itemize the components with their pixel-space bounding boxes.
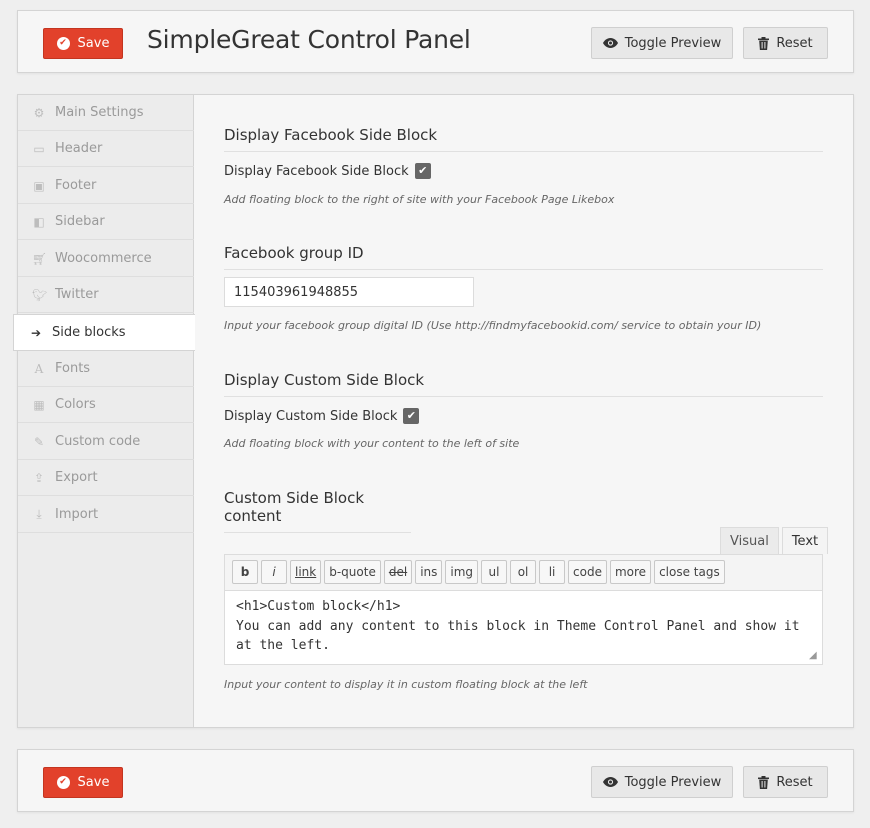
check-circle-icon: ✔ [56, 37, 70, 50]
sidebar-item-header[interactable]: ▭ Header [18, 131, 194, 167]
sidebar-item-label: Header [55, 141, 103, 156]
font-icon: A [34, 361, 44, 376]
qt-ol-button[interactable]: ol [510, 560, 537, 584]
footer-toggle-preview-button[interactable]: Toggle Preview [591, 766, 733, 798]
save-button[interactable]: ✔ Save [43, 28, 123, 59]
save-button-label: Save [77, 36, 110, 51]
qt-del-button[interactable]: del [383, 560, 413, 584]
sidebar-item-label: Export [55, 470, 98, 485]
upload-icon: ⇪ [33, 470, 45, 485]
custom-description: Add floating block with your content to … [224, 437, 520, 450]
qt-ul-button[interactable]: ul [481, 560, 508, 584]
editor-tabs: Visual Text [720, 527, 829, 554]
check-circle-icon: ✔ [56, 776, 70, 789]
sidebar-item-fonts[interactable]: A Fonts [18, 351, 194, 387]
footer-reset-label: Reset [776, 774, 813, 790]
sidebar-item-main-settings[interactable]: ⚙ Main Settings [18, 95, 194, 131]
qt-ins-button[interactable]: ins [415, 560, 443, 584]
sidebar-item-label: Custom code [55, 434, 141, 449]
qt-more-button[interactable]: more [609, 560, 652, 584]
sidebar-nav: ⚙ Main Settings ▭ Header ▣ Footer ◧ Side… [13, 95, 195, 727]
sidebar-item-label: Side blocks [52, 325, 126, 340]
footer-icon: ▣ [33, 178, 45, 193]
sidebar-item-label: Import [55, 507, 99, 522]
quicktags-toolbar: b i link b-quote del ins img ul ol li co… [232, 560, 725, 584]
sidebar-item-custom-code[interactable]: ✎ Custom code [18, 424, 194, 460]
sidebar-item-sidebar[interactable]: ◧ Sidebar [18, 204, 194, 240]
footer-toggle-preview-label: Toggle Preview [624, 774, 722, 790]
reset-label: Reset [776, 35, 813, 51]
tab-visual[interactable]: Visual [720, 527, 779, 554]
sidebar-item-twitter[interactable]: 🐦︎ Twitter [18, 277, 194, 313]
qt-close-tags-button[interactable]: close tags [654, 560, 725, 584]
sidebar-item-label: Main Settings [55, 105, 144, 120]
sidebar-item-import[interactable]: ⤓ Import [18, 497, 194, 533]
toggle-preview-label: Toggle Preview [624, 35, 722, 51]
fb-section-title: Display Facebook Side Block [224, 126, 823, 152]
footer-save-button[interactable]: ✔ Save [43, 767, 123, 798]
toggle-preview-button[interactable]: Toggle Preview [591, 27, 733, 59]
twitter-icon: 🐦︎ [32, 287, 48, 302]
eye-icon [602, 777, 618, 787]
custom-section-title: Display Custom Side Block [224, 371, 823, 397]
sidebar-item-label: Sidebar [55, 214, 105, 229]
edit-icon: ✎ [33, 434, 45, 449]
sidebar-item-label: Colors [55, 397, 96, 412]
content-area: Display Facebook Side Block Display Face… [194, 95, 853, 727]
content-title: Custom Side Block content [224, 489, 411, 533]
content-editor: b i link b-quote del ins img ul ol li co… [224, 554, 823, 665]
footer-save-label: Save [77, 775, 110, 790]
group-id-description: Input your facebook group digital ID (Us… [224, 319, 762, 332]
eye-icon [602, 38, 618, 48]
trash-icon [758, 36, 770, 50]
sidebar-item-label: Woocommerce [55, 251, 152, 266]
top-toolbar: ✔ Save SimpleGreat Control Panel Toggle … [17, 10, 854, 73]
calendar-icon: ▦ [33, 397, 45, 412]
sign-in-icon: ➔ [30, 325, 42, 340]
gear-icon: ⚙ [33, 105, 45, 120]
sidebar-item-side-blocks[interactable]: ➔ Side blocks [13, 314, 195, 351]
qt-link-button[interactable]: link [290, 560, 322, 584]
group-id-title: Facebook group ID [224, 244, 823, 270]
footer-reset-button[interactable]: Reset [743, 766, 828, 798]
fb-description: Add floating block to the right of site … [224, 193, 615, 206]
bottom-toolbar: ✔ Save Toggle Preview Reset [17, 749, 854, 812]
sidebar-item-colors[interactable]: ▦ Colors [18, 387, 194, 423]
sidebar-item-woocommerce[interactable]: 🛒︎ Woocommerce [18, 241, 194, 277]
fb-checkbox-label: Display Facebook Side Block [224, 163, 409, 179]
custom-checkbox[interactable]: ✔ [403, 408, 420, 424]
content-textarea[interactable] [225, 590, 822, 664]
reset-button[interactable]: Reset [743, 27, 828, 59]
monitor-icon: ▭ [33, 141, 45, 156]
custom-checkbox-label: Display Custom Side Block [224, 408, 398, 424]
qt-bold-button[interactable]: b [232, 560, 258, 584]
resize-handle-icon[interactable]: ◢ [809, 651, 819, 661]
cart-icon: 🛒︎ [32, 251, 48, 266]
qt-code-button[interactable]: code [568, 560, 607, 584]
sidebar-item-export[interactable]: ⇪ Export [18, 460, 194, 496]
trash-icon [758, 775, 770, 789]
page-title: SimpleGreat Control Panel [147, 25, 471, 54]
sidebar-item-label: Footer [55, 178, 97, 193]
settings-panel: ⚙ Main Settings ▭ Header ▣ Footer ◧ Side… [13, 94, 854, 728]
custom-checkbox-row: Display Custom Side Block ✔ [224, 408, 420, 424]
fb-checkbox[interactable]: ✔ [414, 163, 431, 179]
group-id-input[interactable] [224, 277, 474, 307]
qt-blockquote-button[interactable]: b-quote [324, 560, 381, 584]
tab-text[interactable]: Text [781, 527, 829, 554]
sidebar-item-footer[interactable]: ▣ Footer [18, 168, 194, 204]
fb-checkbox-row: Display Facebook Side Block ✔ [224, 163, 431, 179]
columns-icon: ◧ [33, 214, 45, 229]
sidebar-item-label: Fonts [55, 361, 91, 376]
sidebar-item-label: Twitter [55, 287, 99, 302]
qt-italic-button[interactable]: i [261, 560, 287, 584]
content-description: Input your content to display it in cust… [224, 678, 588, 691]
download-icon: ⤓ [36, 507, 42, 521]
qt-img-button[interactable]: img [445, 560, 479, 584]
qt-li-button[interactable]: li [539, 560, 566, 584]
